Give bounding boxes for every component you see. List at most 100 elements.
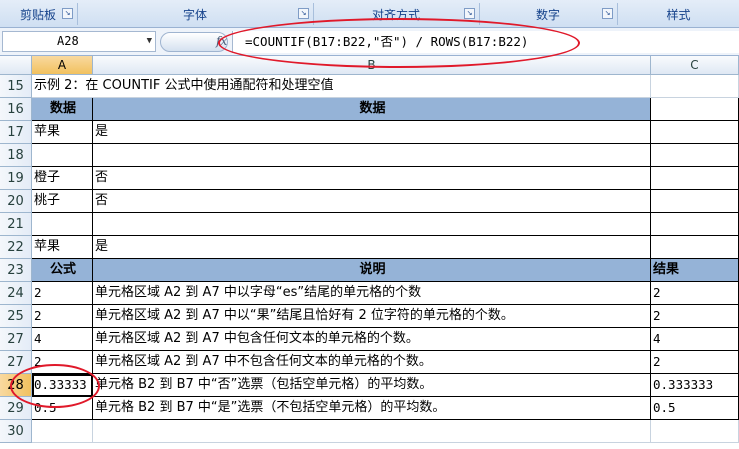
row-header[interactable]: 15	[0, 75, 32, 98]
row-header[interactable]: 18	[0, 144, 32, 167]
cell-c[interactable]	[651, 190, 739, 213]
cell-c[interactable]: 0.5	[651, 397, 739, 420]
row-header[interactable]: 20	[0, 190, 32, 213]
cell-c[interactable]	[651, 420, 739, 443]
table-row: 28 0.33333 单元格 B2 到 B7 中“否”选票（包括空单元格）的平均…	[0, 374, 739, 397]
title-cell[interactable]: 示例 2：在 COUNTIF 公式中使用通配符和处理空值	[32, 75, 651, 98]
row-header[interactable]: 29	[0, 397, 32, 420]
dialog-launcher-icon[interactable]: ↘	[298, 8, 309, 19]
insert-function-icon[interactable]: fx	[216, 34, 227, 48]
cell-a[interactable]	[32, 420, 93, 443]
cell-a[interactable]	[32, 213, 93, 236]
column-header-c[interactable]: C	[651, 56, 739, 75]
ribbon-group-label: 剪贴板	[19, 7, 56, 22]
description-header[interactable]: 说明	[93, 259, 651, 282]
row-header[interactable]: 25	[0, 305, 32, 328]
formula-input[interactable]: =COUNTIF(B17:B22,"否") / ROWS(B17:B22)	[232, 31, 739, 53]
ribbon-group-label: 样式	[666, 7, 691, 22]
table-row: 23 公式 说明 结果	[0, 259, 739, 282]
row-header[interactable]: 16	[0, 98, 32, 121]
formula-bar: A28 ▼ fx =COUNTIF(B17:B22,"否") / ROWS(B1…	[0, 28, 739, 56]
cell-a[interactable]: 苹果	[32, 236, 93, 259]
cell-b[interactable]: 单元格区域 A2 到 A7 中包含任何文本的单元格的个数。	[93, 328, 651, 351]
cell-b[interactable]: 单元格区域 A2 到 A7 中以“果”结尾且恰好有 2 位字符的单元格的个数。	[93, 305, 651, 328]
cell-a[interactable]: 2	[32, 282, 93, 305]
table-row: 24 2 单元格区域 A2 到 A7 中以字母“es”结尾的单元格的个数 2	[0, 282, 739, 305]
row-header[interactable]: 21	[0, 213, 32, 236]
data-header-b[interactable]: 数据	[93, 98, 651, 121]
cell-a[interactable]: 苹果	[32, 121, 93, 144]
cell-c[interactable]	[651, 213, 739, 236]
cell-b[interactable]: 是	[93, 121, 651, 144]
selected-cell-a28[interactable]: 0.33333	[32, 374, 93, 397]
cell-b[interactable]: 单元格 B2 到 B7 中“是”选票（不包括空单元格）的平均数。	[93, 397, 651, 420]
table-row: 18	[0, 144, 739, 167]
cell-b[interactable]: 单元格区域 A2 到 A7 中以字母“es”结尾的单元格的个数	[93, 282, 651, 305]
cell-a[interactable]: 2	[32, 305, 93, 328]
ribbon-group-labels: 剪贴板 ↘ 字体 ↘ 对齐方式 ↘ 数字 ↘ 样式	[0, 0, 739, 28]
cell-c[interactable]: 2	[651, 305, 739, 328]
row-header[interactable]: 27	[0, 351, 32, 374]
name-box[interactable]: A28 ▼	[2, 31, 156, 52]
cell-a[interactable]: 桃子	[32, 190, 93, 213]
cell-a[interactable]: 2	[32, 351, 93, 374]
row-header[interactable]: 23	[0, 259, 32, 282]
cell-c[interactable]	[651, 121, 739, 144]
ribbon-group-label: 数字	[535, 7, 560, 22]
table-row: 29 0.5 单元格 B2 到 B7 中“是”选票（不包括空单元格）的平均数。 …	[0, 397, 739, 420]
cell-c[interactable]	[651, 98, 739, 121]
column-header-b[interactable]: B	[93, 56, 651, 75]
cell-b[interactable]	[93, 144, 651, 167]
cell-b[interactable]: 否	[93, 167, 651, 190]
row-header[interactable]: 19	[0, 167, 32, 190]
cell-b[interactable]	[93, 213, 651, 236]
dialog-launcher-icon[interactable]: ↘	[464, 8, 475, 19]
ribbon-group-label: 字体	[182, 7, 207, 22]
ribbon-group-font[interactable]: 字体 ↘	[78, 2, 312, 26]
row-header[interactable]: 24	[0, 282, 32, 305]
cell-c[interactable]: 4	[651, 328, 739, 351]
row-header[interactable]: 22	[0, 236, 32, 259]
cell-a[interactable]: 4	[32, 328, 93, 351]
table-row: 20 桃子 否	[0, 190, 739, 213]
table-row: 22 苹果 是	[0, 236, 739, 259]
table-row: 15 示例 2：在 COUNTIF 公式中使用通配符和处理空值	[0, 75, 739, 98]
column-header-a[interactable]: A	[32, 56, 93, 75]
cell-a[interactable]	[32, 144, 93, 167]
select-all-corner[interactable]	[0, 56, 32, 75]
table-row: 17 苹果 是	[0, 121, 739, 144]
formula-header[interactable]: 公式	[32, 259, 93, 282]
name-box-value: A28	[57, 34, 79, 48]
dialog-launcher-icon[interactable]: ↘	[602, 8, 613, 19]
cell-b[interactable]	[93, 420, 651, 443]
cell-a[interactable]: 0.5	[32, 397, 93, 420]
table-row: 30	[0, 420, 739, 443]
cell-b[interactable]: 是	[93, 236, 651, 259]
cell-c[interactable]	[651, 236, 739, 259]
result-header[interactable]: 结果	[651, 259, 739, 282]
ribbon-group-clipboard[interactable]: 剪贴板 ↘	[0, 2, 76, 26]
dialog-launcher-icon[interactable]: ↘	[62, 8, 73, 19]
cell-c[interactable]	[651, 144, 739, 167]
row-header[interactable]: 28	[0, 374, 32, 397]
cell-c[interactable]: 0.333333	[651, 374, 739, 397]
cell-c[interactable]: 2	[651, 282, 739, 305]
cell-b[interactable]: 单元格 B2 到 B7 中“否”选票（包括空单元格）的平均数。	[93, 374, 651, 397]
data-header-a[interactable]: 数据	[32, 98, 93, 121]
cell-c[interactable]	[651, 167, 739, 190]
cell-a[interactable]: 橙子	[32, 167, 93, 190]
table-row: 16 数据 数据	[0, 98, 739, 121]
cell-b[interactable]: 否	[93, 190, 651, 213]
chevron-down-icon[interactable]: ▼	[147, 32, 152, 51]
table-row: 27 4 单元格区域 A2 到 A7 中包含任何文本的单元格的个数。 4	[0, 328, 739, 351]
ribbon-group-number[interactable]: 数字 ↘	[480, 2, 616, 26]
ribbon-group-alignment[interactable]: 对齐方式 ↘	[314, 2, 478, 26]
cell-b[interactable]: 单元格区域 A2 到 A7 中不包含任何文本的单元格的个数。	[93, 351, 651, 374]
ribbon-group-styles[interactable]: 样式	[618, 2, 739, 26]
ribbon-group-label: 对齐方式	[371, 7, 420, 22]
row-header[interactable]: 17	[0, 121, 32, 144]
cell-c[interactable]: 2	[651, 351, 739, 374]
row-header[interactable]: 27	[0, 328, 32, 351]
cell-c[interactable]	[651, 75, 739, 98]
row-header[interactable]: 30	[0, 420, 32, 443]
